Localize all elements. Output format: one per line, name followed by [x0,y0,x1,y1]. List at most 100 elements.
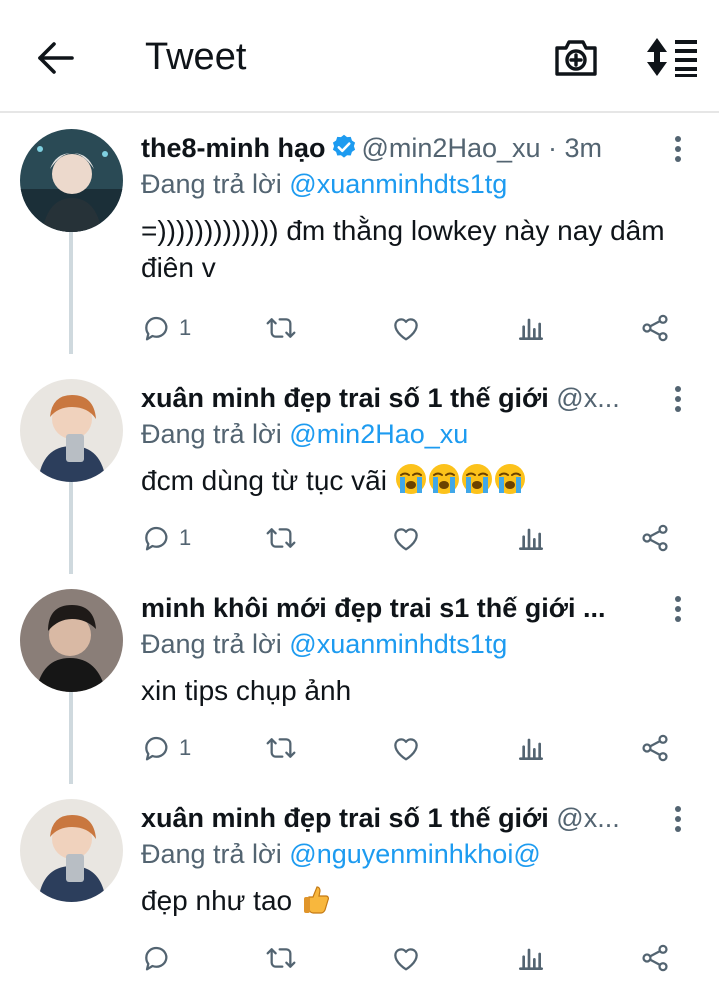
analytics-button[interactable] [515,730,547,766]
replying-to: Đang trả lời @min2Hao_xu [141,417,468,451]
reply-count: 1 [179,525,192,550]
retweet-button[interactable] [265,520,297,556]
top-app-bar: Tweet [0,0,719,113]
reply-count: 1 [179,315,192,340]
like-button[interactable] [390,520,422,556]
heart-icon [390,312,422,344]
display-name[interactable]: xuân minh đẹp trai số 1 thế giới [141,383,549,413]
reply-icon [141,942,173,974]
heart-icon [390,522,422,554]
more-options-icon[interactable] [668,804,688,834]
sort-list-icon[interactable] [645,36,699,78]
like-button[interactable] [390,310,422,346]
mention-link[interactable]: @nguyenminhkhoi@ [289,839,540,869]
reply-button[interactable]: 1 [141,520,191,556]
handle-time: @min2Hao_xu · 3m [361,133,603,163]
tweet-actions: 1 [141,310,701,346]
loudly-crying-face-icon [428,463,460,495]
stats-icon [515,522,547,554]
retweet-button[interactable] [265,940,297,976]
reply-button[interactable] [141,940,179,976]
share-button[interactable] [639,940,671,976]
heart-icon [390,732,422,764]
tweet-header: xuân minh đẹp trai số 1 thế giới @x... [141,801,661,835]
stats-icon [515,942,547,974]
more-options-icon[interactable] [668,134,688,164]
tweet-text-content: đcm dùng từ tục vãi [141,465,387,496]
page-title: Tweet [145,36,247,78]
retweet-button[interactable] [265,730,297,766]
stats-icon [515,312,547,344]
thread-line [69,232,73,354]
tweet-header: minh khôi mới đẹp trai s1 thế giới ... [141,591,661,625]
retweet-icon [265,312,297,344]
handle-time: @x... [556,803,620,833]
arrow-left-icon[interactable] [34,38,78,78]
tweet-text: đẹp như tao [141,882,681,919]
replying-to: Đang trả lời @xuanminhdts1tg [141,627,507,661]
share-icon [639,732,671,764]
retweet-icon [265,732,297,764]
mention-link[interactable]: @xuanminhdts1tg [289,629,507,659]
mention-link[interactable]: @xuanminhdts1tg [289,169,507,199]
thumbs-up-icon [300,883,332,915]
share-button[interactable] [639,310,671,346]
replying-to: Đang trả lời @xuanminhdts1tg [141,167,507,201]
share-icon [639,942,671,974]
retweet-icon [265,522,297,554]
reply-prefix: Đang trả lời [141,839,282,869]
reply-button[interactable]: 1 [141,310,191,346]
tweet-actions [141,940,701,976]
tweet-item[interactable]: the8-minh hạo @min2Hao_xu · 3m Đang trả l… [0,114,719,354]
tweet-item[interactable]: minh khôi mới đẹp trai s1 thế giới ... Đ… [0,574,719,784]
reply-prefix: Đang trả lời [141,169,282,199]
verified-badge-icon [330,133,358,161]
more-options-icon[interactable] [668,384,688,414]
tweet-text: xin tips chụp ảnh [141,675,352,706]
thread-line [69,692,73,784]
reply-icon [141,522,173,554]
replying-to: Đang trả lời @nguyenminhkhoi@ [141,837,541,871]
display-name[interactable]: minh khôi mới đẹp trai s1 thế giới ... [141,593,605,623]
analytics-button[interactable] [515,310,547,346]
avatar[interactable] [20,129,123,232]
heart-icon [390,942,422,974]
loudly-crying-face-icon [461,463,493,495]
share-button[interactable] [639,730,671,766]
reply-icon [141,312,173,344]
camera-plus-icon[interactable] [553,36,599,78]
mention-link[interactable]: @min2Hao_xu [289,419,468,449]
thread-line [69,482,73,574]
share-button[interactable] [639,520,671,556]
tweet-actions: 1 [141,730,701,766]
more-options-icon[interactable] [668,594,688,624]
display-name[interactable]: the8-minh hạo [141,133,326,163]
reply-button[interactable]: 1 [141,730,191,766]
tweet-header: xuân minh đẹp trai số 1 thế giới @x... [141,381,661,415]
reply-icon [141,732,173,764]
tweet-item[interactable]: xuân minh đẹp trai số 1 thế giới @x... Đ… [0,784,719,989]
like-button[interactable] [390,730,422,766]
loudly-crying-face-icon [494,463,526,495]
analytics-button[interactable] [515,520,547,556]
like-button[interactable] [390,940,422,976]
reply-prefix: Đang trả lời [141,419,282,449]
handle-time: @x... [556,383,620,413]
tweet-item[interactable]: xuân minh đẹp trai số 1 thế giới @x... Đ… [0,364,719,574]
tweet-text-content: đẹp như tao [141,885,293,916]
share-icon [639,522,671,554]
loudly-crying-face-icon [395,463,427,495]
retweet-icon [265,942,297,974]
reply-count: 1 [179,735,192,760]
retweet-button[interactable] [265,310,297,346]
tweet-text: =))))))))))))) đm thằng lowkey này nay d… [141,215,665,283]
avatar[interactable] [20,379,123,482]
display-name[interactable]: xuân minh đẹp trai số 1 thế giới [141,803,549,833]
tweet-text: đcm dùng từ tục vãi [141,462,681,499]
avatar[interactable] [20,799,123,902]
analytics-button[interactable] [515,940,547,976]
tweet-actions: 1 [141,520,701,556]
reply-prefix: Đang trả lời [141,629,282,659]
avatar[interactable] [20,589,123,692]
share-icon [639,312,671,344]
